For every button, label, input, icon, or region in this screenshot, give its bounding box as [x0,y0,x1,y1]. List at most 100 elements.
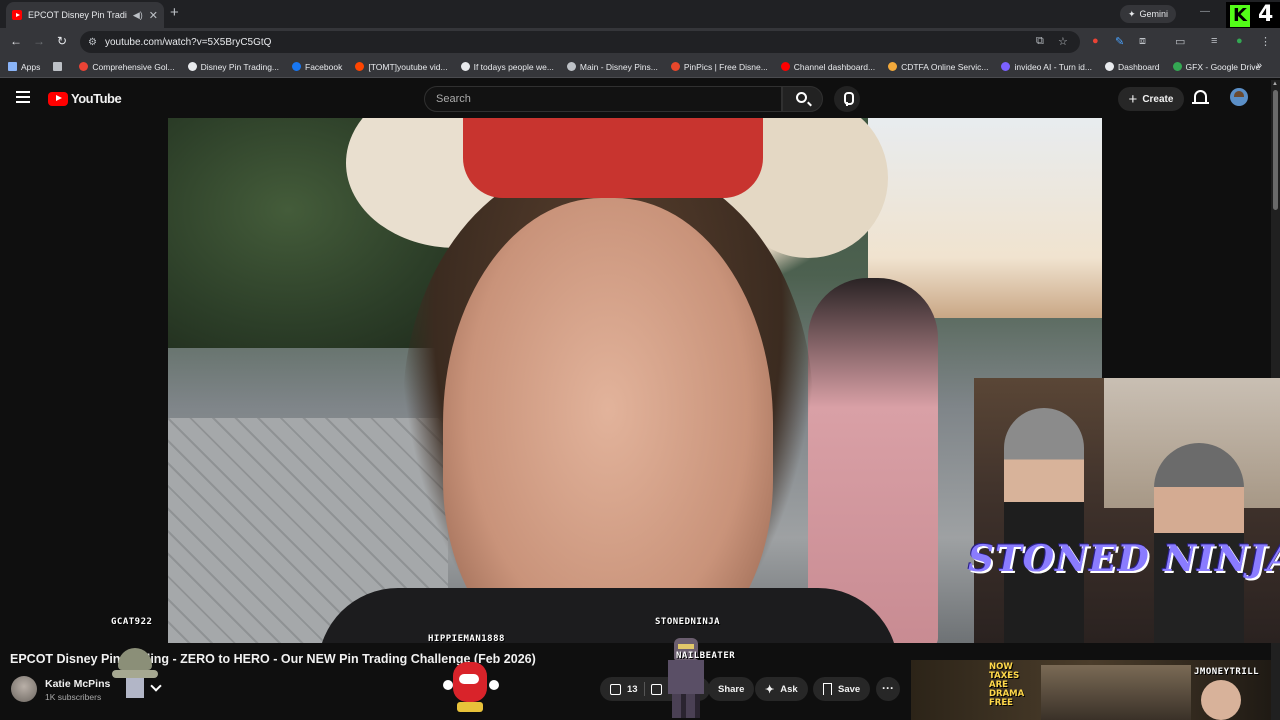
divider [643,682,645,696]
bookmark-favicon-icon [566,62,576,71]
bookmarks-overflow-button[interactable]: » [1256,60,1262,71]
bookmark-item[interactable]: GFX - Google Drive [1172,62,1260,72]
tab-title: EPCOT Disney Pin Trading [28,10,127,20]
viewer-tag: HIPPIEMAN1888 [428,634,505,644]
webcam-person [1004,408,1084,643]
browser-toolbar: ← → ↻ ⚙ youtube.com/watch?v=5X5BryC5GtQ … [0,28,1280,56]
viewer-tag: STONEDNINJA [655,617,721,627]
hamburger-menu-icon[interactable] [16,91,30,103]
tab-groups-icon [53,62,63,71]
new-tab-button[interactable]: + [170,4,179,21]
voice-search-mic-icon[interactable] [834,86,860,112]
kick-count: 4 [1258,2,1274,27]
bookmark-item[interactable]: [TOMT]youtube vid... [355,62,448,72]
share-button[interactable]: Share [708,677,755,701]
reddit-icon [355,62,365,71]
armored-soldier-sprite-icon [662,632,714,720]
reco-hand [1201,680,1241,720]
reco-thumbnail-text: NOW TAXES ARE DRAMA FREE [989,662,1025,708]
search-icon [796,92,807,103]
site-settings-icon[interactable]: ⚙ [88,37,97,48]
like-count: 13 [627,683,638,695]
split-view-icon[interactable]: ▭ [1175,35,1185,48]
bookmark-item[interactable]: Channel dashboard... [780,62,875,72]
apps-grid-icon [8,62,17,71]
ask-button[interactable]: ✦ Ask [755,677,808,701]
minimize-icon[interactable]: — [1200,6,1210,17]
youtube-play-icon [48,91,68,106]
facebook-icon [292,62,302,71]
reload-icon[interactable]: ↻ [57,34,67,48]
user-avatar[interactable] [1230,88,1248,106]
bookmark-favicon-icon [79,62,89,71]
youtube-logo[interactable]: YouTube [48,91,122,106]
address-bar[interactable]: ⚙ youtube.com/watch?v=5X5BryC5GtQ [80,31,1080,53]
bookmark-item[interactable]: If todays people we... [460,62,554,72]
bookmarks-bar: Apps Comprehensive Gol... Disney Pin Tra… [0,56,1280,78]
menu-kebab-icon[interactable]: ⋮ [1260,35,1271,48]
channel-name[interactable]: Katie McPins [45,678,110,690]
save-button[interactable]: Save [813,677,871,701]
gemini-button[interactable]: ✦ Gemini [1120,5,1177,23]
bookmark-item[interactable]: PinPics | Free Disne... [670,62,768,72]
google-drive-icon [1172,62,1182,71]
install-app-icon[interactable]: ⧉ [1036,35,1044,48]
extension-blue-icon[interactable]: ✎ [1115,35,1124,48]
bookmark-star-icon[interactable]: ☆ [1058,35,1068,48]
ask-label: Ask [780,683,798,695]
bookmark-favicon-icon [888,62,898,71]
browser-tab-active[interactable]: EPCOT Disney Pin Trading ◀) ✕ [6,2,164,28]
video-bow [463,118,763,198]
bookmark-item[interactable]: Disney Pin Trading... [187,62,279,72]
reading-list-icon[interactable]: ≡ [1211,35,1217,47]
extensions-puzzle-icon[interactable]: ⧈ [1139,35,1146,48]
dashboard-icon [1104,62,1114,71]
ufo-sprite-icon [112,642,158,700]
bookmark-item[interactable]: Facebook [292,62,342,72]
bookmark-item[interactable] [53,62,66,71]
dislike-thumb-icon[interactable] [650,683,662,695]
gemini-label: Gemini [1139,9,1169,19]
search-input[interactable]: Search [424,86,782,112]
create-button[interactable]: + Create [1118,87,1184,111]
save-label: Save [838,683,861,695]
notifications-bell-icon[interactable] [1192,90,1209,104]
theater-right-margin [1102,118,1272,378]
back-arrow-icon[interactable]: ← [10,34,22,48]
bookmark-item[interactable]: Apps [8,62,40,72]
bookmark-item[interactable]: Main - Disney Pins... [566,62,658,72]
video-player[interactable] [168,118,1102,643]
knuckles-sprite-icon [443,654,501,720]
gemini-sparkle-icon: ✦ [1128,8,1136,19]
video-host-face [443,198,773,643]
viewer-tag: JMONEYTRILL [1194,667,1260,677]
bookmark-favicon-icon [187,62,197,71]
youtube-masthead: YouTube Search + Create [0,80,1280,118]
close-tab-icon[interactable]: ✕ [149,9,158,22]
pinpics-icon [670,62,680,71]
theater-left-margin [0,118,168,643]
bookmark-item[interactable]: CDTFA Online Servic... [888,62,988,72]
like-thumb-icon[interactable] [610,683,621,695]
kick-badge: K 4 [1226,2,1280,30]
bookmark-item[interactable]: invideo AI - Turn id... [1001,62,1092,72]
create-label: Create [1142,93,1174,105]
forward-arrow-icon[interactable]: → [33,34,45,48]
bookmark-item[interactable]: Comprehensive Gol... [79,62,175,72]
search-button[interactable] [782,86,823,112]
channel-avatar[interactable] [11,676,37,702]
extension-red-icon[interactable]: ● [1092,35,1099,47]
speaker-icon[interactable]: ◀) [133,10,143,21]
viewer-tag: NAILBEATER [676,651,736,661]
bookmark-item[interactable]: Dashboard [1104,62,1160,72]
reco-scene [1041,665,1191,720]
ask-sparkle-icon: ✦ [765,683,775,696]
youtube-logo-text: YouTube [71,91,122,106]
stream-title-overlay: STONED NINJA [968,538,1280,580]
viewer-tag: GCAT922 [111,617,153,627]
more-actions-button[interactable]: ··· [876,677,900,701]
scrollbar-thumb[interactable] [1273,90,1278,210]
scroll-up-icon[interactable]: ▲ [1272,81,1278,87]
youtube-favicon-icon [12,10,22,20]
profile-icon[interactable]: ● [1236,35,1243,47]
